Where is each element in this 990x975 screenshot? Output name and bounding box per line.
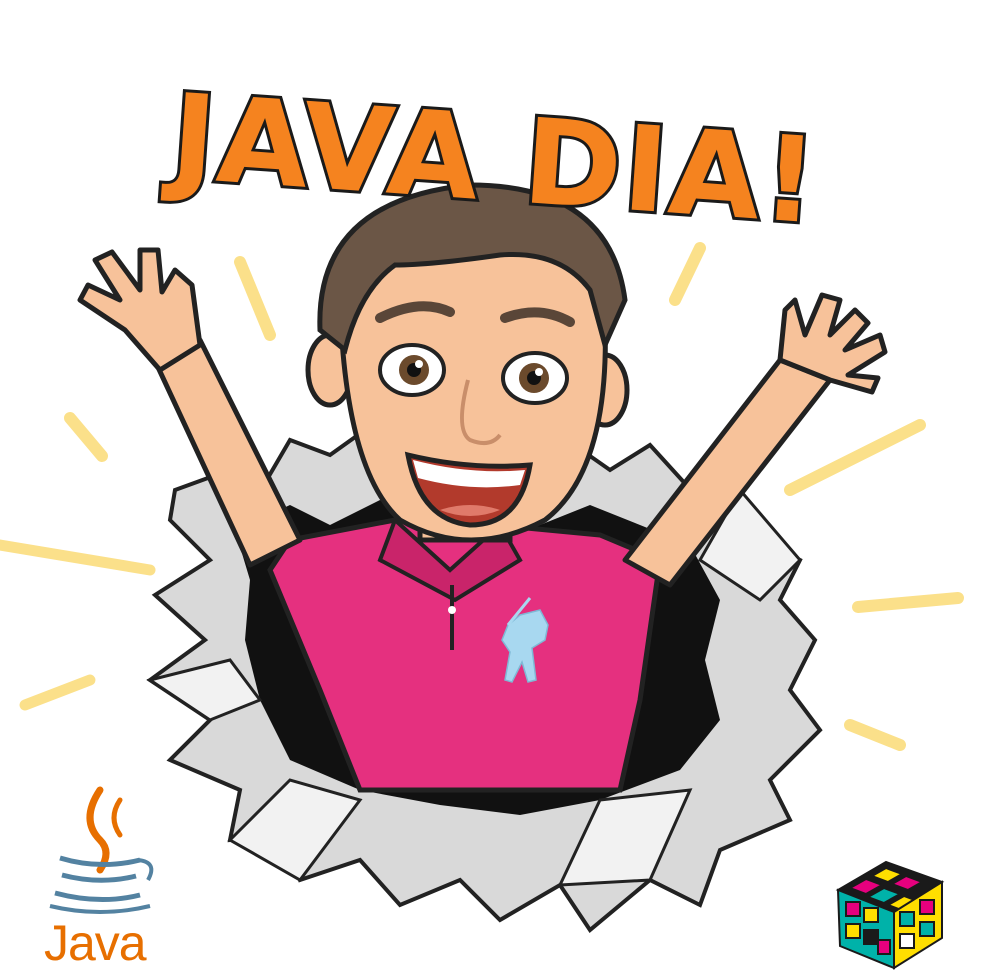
headline: JAVA DIA!: [160, 67, 823, 250]
java-coffee-cup-icon: [49, 786, 154, 914]
rubiks-cube-icon: [835, 860, 945, 970]
sticker-scene: JAVA DIA!: [0, 64, 964, 970]
left-hand: [77, 247, 203, 373]
headline-lettering: JAVA DIA!: [157, 64, 826, 253]
java-logo-label: Java: [44, 915, 147, 971]
